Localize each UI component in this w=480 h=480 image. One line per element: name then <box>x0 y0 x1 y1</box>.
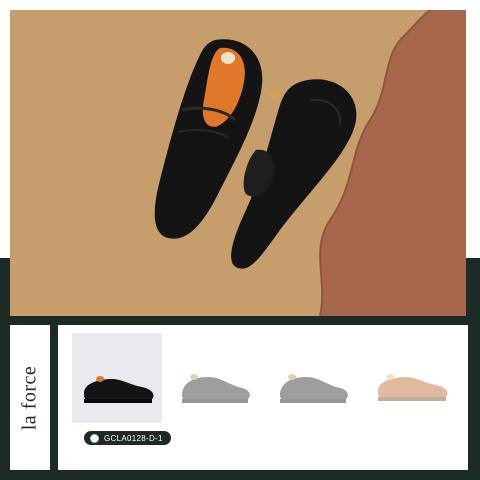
brand-label: la force <box>10 325 50 470</box>
black-oxford-thumbnail-2-icon <box>280 374 348 403</box>
brand-name: la force <box>18 365 41 430</box>
variant-code-badge: GCLA0128-D-1 <box>84 431 171 445</box>
selected-dot-icon <box>90 433 99 443</box>
main-product-image[interactable] <box>10 10 466 316</box>
black-oxford-thumbnail-icon <box>182 374 250 403</box>
thumbnail-2[interactable] <box>170 333 260 423</box>
black-loafer-thumbnail-icon <box>84 376 154 403</box>
tan-loafer-thumbnail-icon <box>378 374 448 401</box>
variant-code: GCLA0128-D-1 <box>104 433 163 443</box>
thumbnail-strip: GCLA0128-D-1 <box>58 325 468 470</box>
thumbnail-1[interactable] <box>72 333 162 423</box>
thumbnail-4[interactable] <box>366 333 456 423</box>
thumbnail-3[interactable] <box>268 333 358 423</box>
